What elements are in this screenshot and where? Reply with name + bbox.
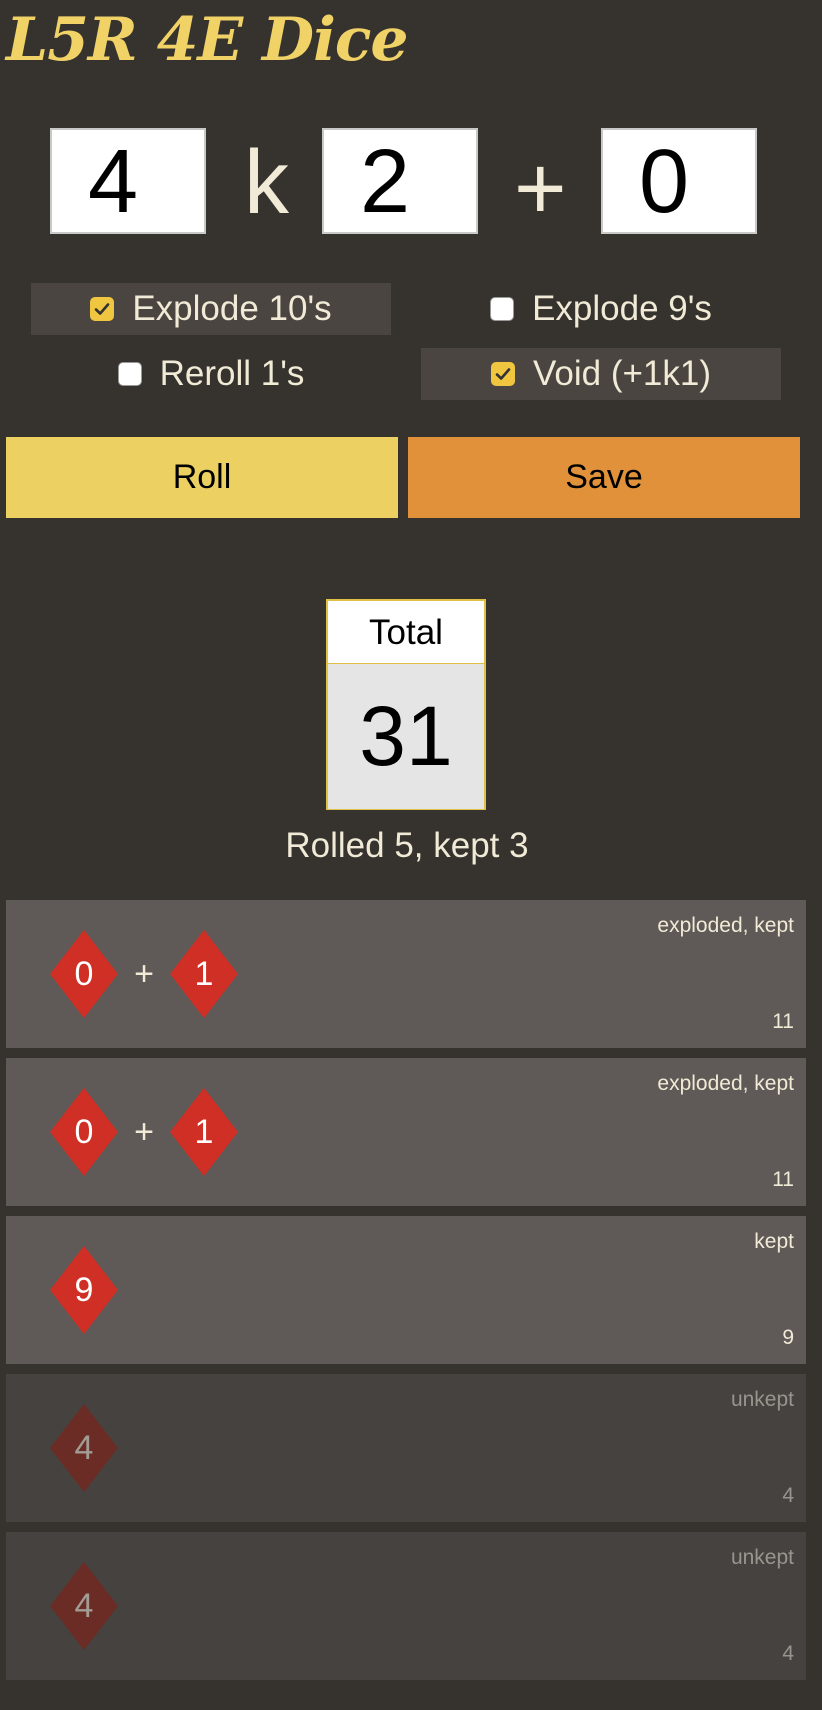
die-face: 1: [194, 955, 214, 993]
die: 1: [168, 1086, 240, 1178]
app-title: L5R 4E Dice: [6, 5, 409, 75]
dice-group: 0 + 1: [48, 928, 240, 1020]
roll-row: 9 kept 9: [6, 1216, 806, 1364]
check-icon: [95, 303, 110, 315]
plus-separator: +: [514, 139, 567, 239]
roll-results-list: 0 + 1 exploded, kept 11 0 + 1 exploded, …: [6, 900, 806, 1690]
total-value: 31: [328, 664, 484, 809]
void-label: Void (+1k1): [532, 354, 712, 393]
dice-group: 4: [48, 1402, 120, 1494]
dice-expression: 4 k 2 + 0: [0, 128, 822, 239]
total-label: Total: [328, 601, 484, 664]
roll-status: exploded, kept: [657, 914, 794, 937]
explode-10-label: Explode 10's: [132, 289, 332, 328]
roll-total: 4: [782, 1642, 794, 1665]
roll-status: exploded, kept: [657, 1072, 794, 1095]
die-face: 4: [74, 1587, 94, 1625]
roll-total: 9: [782, 1326, 794, 1349]
die: 4: [48, 1402, 120, 1494]
die-face: 1: [194, 1113, 214, 1151]
roll-status: unkept: [730, 1388, 794, 1411]
plus-sign: +: [134, 954, 154, 993]
roll-button[interactable]: Roll: [6, 437, 398, 518]
keep-count-input[interactable]: 2: [322, 128, 478, 234]
dice-group: 9: [48, 1244, 120, 1336]
void-checkbox[interactable]: [490, 362, 515, 386]
roll-status: unkept: [730, 1546, 794, 1569]
explode-9-option[interactable]: Explode 9's: [421, 283, 781, 335]
plus-sign: +: [134, 1112, 154, 1151]
keep-separator: k: [244, 133, 289, 233]
roll-status: kept: [754, 1230, 794, 1253]
die-face: 0: [74, 955, 94, 993]
die-face: 0: [74, 1113, 94, 1151]
roll-count-input[interactable]: 4: [50, 128, 206, 234]
explode-9-label: Explode 9's: [532, 289, 712, 328]
total-card: Total 31: [326, 599, 486, 810]
die: 1: [168, 928, 240, 1020]
roll-summary: Rolled 5, kept 3: [285, 826, 529, 865]
dice-group: 4: [48, 1560, 120, 1652]
explode-10-checkbox[interactable]: [90, 297, 115, 321]
roll-row: 4 unkept 4: [6, 1374, 806, 1522]
reroll-1-checkbox[interactable]: [117, 362, 142, 386]
die-face: 4: [74, 1429, 94, 1467]
die: 9: [48, 1244, 120, 1336]
save-button[interactable]: Save: [408, 437, 800, 518]
roll-row: 4 unkept 4: [6, 1532, 806, 1680]
void-option[interactable]: Void (+1k1): [421, 348, 781, 400]
die: 0: [48, 928, 120, 1020]
roll-total: 11: [772, 1010, 794, 1033]
dice-group: 0 + 1: [48, 1086, 240, 1178]
explode-10-option[interactable]: Explode 10's: [31, 283, 391, 335]
reroll-1-label: Reroll 1's: [159, 354, 305, 393]
explode-9-checkbox[interactable]: [490, 297, 515, 321]
roll-total: 11: [772, 1168, 794, 1191]
die-face: 9: [74, 1271, 94, 1309]
die: 0: [48, 1086, 120, 1178]
reroll-1-option[interactable]: Reroll 1's: [31, 348, 391, 400]
roll-row: 0 + 1 exploded, kept 11: [6, 1058, 806, 1206]
check-icon: [495, 368, 511, 380]
roll-total: 4: [782, 1484, 794, 1507]
die: 4: [48, 1560, 120, 1652]
roll-row: 0 + 1 exploded, kept 11: [6, 900, 806, 1048]
bonus-input[interactable]: 0: [601, 128, 757, 234]
